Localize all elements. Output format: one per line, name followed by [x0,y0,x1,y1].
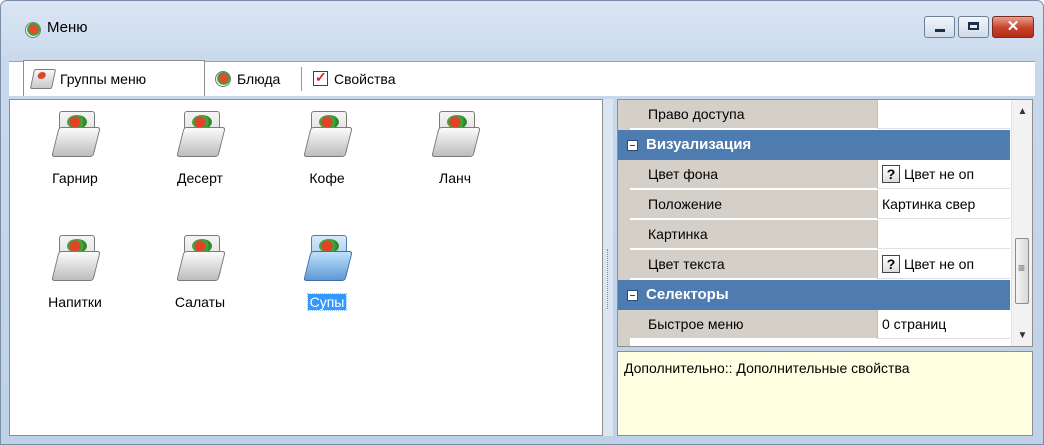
tab-label: Свойства [334,70,396,87]
collapse-icon[interactable] [627,290,638,301]
prop-value[interactable]: Картинка свер [877,190,1010,219]
window-title: Меню [47,19,88,36]
menu-window: Меню ✕ Группы меню Блюда Свойства Гарнир… [0,0,1044,445]
folder-icon [176,109,226,157]
tab-separator [301,67,302,91]
folder-icon [431,109,481,157]
prop-name: Положение [630,190,877,219]
maximize-icon [968,22,979,30]
close-icon: ✕ [1006,18,1020,35]
prop-value[interactable] [877,220,1010,249]
tab-bar: Группы меню Блюда Свойства [9,60,1035,96]
prop-value[interactable]: 0 страниц [877,310,1010,339]
group-item-desert[interactable]: Десерт [145,104,255,214]
tab-properties[interactable]: Свойства [305,63,395,94]
group-item-garnir[interactable]: Гарнир [20,104,130,214]
tab-label: Группы меню [60,70,147,87]
question-icon: ? [882,164,900,183]
splitter-grip [607,249,610,309]
group-label: Десерт [177,170,223,186]
vertical-scrollbar[interactable]: ▲ ▼ [1011,100,1032,346]
prop-name: Право доступа [630,100,877,129]
collapse-icon[interactable] [627,140,638,151]
folder-icon [29,68,57,89]
group-item-coffee[interactable]: Кофе [272,104,382,214]
scroll-down-icon[interactable]: ▼ [1012,326,1032,346]
prop-row-quick-menu[interactable]: Быстрое меню 0 страниц [618,310,1010,340]
menu-groups-view[interactable]: Гарнир Десерт Кофе Ланч Напитки Салаты С… [9,99,603,436]
prop-row-picture[interactable]: Картинка [618,220,1010,250]
checklist-icon [313,69,328,86]
prop-value[interactable] [877,100,1010,129]
folder-icon [176,233,226,281]
minimize-button[interactable] [924,16,955,38]
group-item-soups[interactable]: Супы [272,228,382,338]
prop-value: Цвет не оп [904,256,975,272]
folder-icon [51,233,101,281]
maximize-button[interactable] [958,16,989,38]
group-label: Салаты [174,294,226,310]
group-item-salads[interactable]: Салаты [145,228,255,338]
scroll-thumb[interactable] [1015,238,1029,304]
group-label: Напитки [48,294,102,310]
prop-row-position[interactable]: Положение Картинка свер [618,190,1010,220]
minimize-icon [935,29,945,32]
prop-name: Цвет фона [630,160,877,189]
group-item-drinks[interactable]: Напитки [20,228,130,338]
prop-value: Цвет не оп [904,166,975,182]
group-item-lunch[interactable]: Ланч [400,104,510,214]
group-label: Гарнир [52,170,98,186]
property-panel: Право доступа Визуализация Цвет фона ? Цв… [613,99,1035,436]
group-label: Ланч [439,170,471,186]
prop-value-cell[interactable]: ? Цвет не оп [877,160,1010,189]
prop-value-cell[interactable]: ? Цвет не оп [877,250,1010,279]
app-icon [25,22,41,38]
folder-icon [51,109,101,157]
question-icon: ? [882,254,900,273]
group-label: Супы [306,293,348,311]
tab-menu-groups[interactable]: Группы меню [23,60,205,96]
property-description: Дополнительно:: Дополнительные свойства [617,351,1033,436]
scroll-up-icon[interactable]: ▲ [1012,102,1032,122]
category-label: Селекторы [646,286,729,303]
category-visualization[interactable]: Визуализация [618,130,1010,160]
category-selectors[interactable]: Селекторы [618,280,1010,310]
folder-icon [303,233,353,281]
dish-icon [215,70,231,87]
property-grid[interactable]: Право доступа Визуализация Цвет фона ? Цв… [617,99,1033,347]
prop-name: Картинка [630,220,877,249]
prop-row-background-color[interactable]: Цвет фона ? Цвет не оп [618,160,1010,190]
tab-dishes[interactable]: Блюда [207,63,280,94]
prop-row-access[interactable]: Право доступа [618,100,1010,130]
tab-label: Блюда [237,70,281,87]
close-button[interactable]: ✕ [992,16,1034,38]
title-bar[interactable]: Меню ✕ [1,1,1043,57]
folder-icon [303,109,353,157]
category-label: Визуализация [646,136,752,153]
prop-name: Цвет текста [630,250,877,279]
prop-row-text-color[interactable]: Цвет текста ? Цвет не оп [618,250,1010,280]
prop-name: Быстрое меню [630,310,877,339]
group-label: Кофе [309,170,345,186]
pane-splitter[interactable] [603,99,613,436]
